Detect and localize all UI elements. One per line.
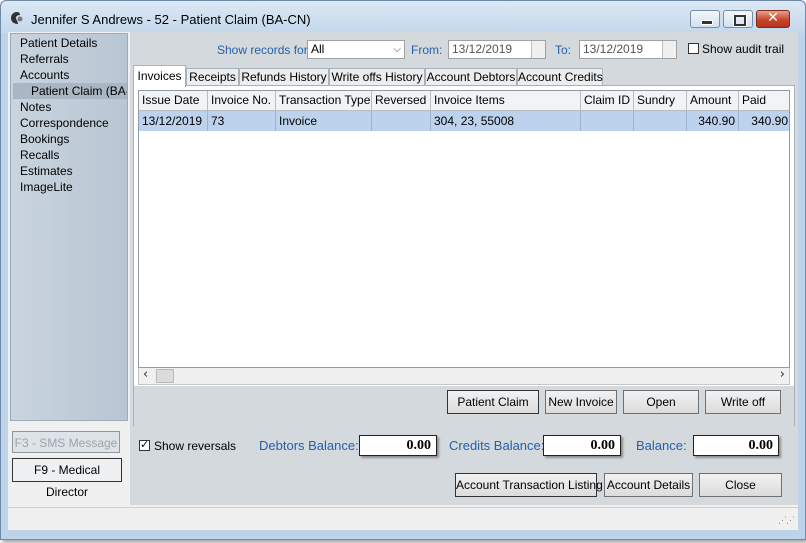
from-date-input[interactable]: 13/12/2019 <box>448 40 546 59</box>
from-label: From: <box>411 43 443 57</box>
tab-write-offs-history[interactable]: Write offs History <box>329 68 425 86</box>
column-header-reversed[interactable]: Reversed <box>372 91 431 111</box>
balance-label: Balance: <box>636 438 687 453</box>
from-date-picker-button[interactable] <box>531 41 545 58</box>
sidebar-nav: Patient Details Referrals Accounts Patie… <box>10 33 128 421</box>
sidebar-item-accounts[interactable]: Accounts <box>20 68 69 82</box>
sidebar-item-correspondence[interactable]: Correspondence <box>20 116 109 130</box>
minimize-icon <box>701 20 713 25</box>
open-button[interactable]: Open <box>623 390 699 414</box>
account-transaction-listing-button[interactable]: Account Transaction Listing <box>455 473 603 497</box>
column-header-amount[interactable]: Amount <box>687 91 739 111</box>
credits-balance-value: 0.00 <box>543 435 621 456</box>
close-window-button[interactable]: ✕ <box>756 10 790 28</box>
write-off-button[interactable]: Write off <box>705 390 781 414</box>
show-records-value: All <box>311 42 325 56</box>
sidebar-item-notes[interactable]: Notes <box>20 100 51 114</box>
maximize-icon <box>733 14 747 27</box>
tab-refunds-history[interactable]: Refunds History <box>239 68 329 86</box>
table-row-cell-invoice-no[interactable]: 73 <box>208 111 276 131</box>
minimize-button[interactable] <box>690 10 720 28</box>
to-date-value: 13/12/2019 <box>583 42 644 56</box>
show-audit-trail-label: Show audit trail <box>702 42 785 56</box>
column-header-invoice-no[interactable]: Invoice No. <box>208 91 276 111</box>
table-row-cell-invoice-items[interactable]: 304, 23, 55008 <box>431 111 581 131</box>
account-summary-panel: Show reversals Debtors Balance: 0.00 Cre… <box>130 431 798 505</box>
sidebar-item-estimates[interactable]: Estimates <box>20 164 73 178</box>
sidebar-item-patient-details[interactable]: Patient Details <box>20 36 97 50</box>
tab-invoices[interactable]: Invoices <box>133 65 186 87</box>
show-records-select[interactable]: All ⌵ <box>307 40 405 59</box>
status-bar: ⋰⋰ <box>8 507 798 530</box>
new-invoice-button[interactable]: New Invoice <box>545 390 617 414</box>
main-window: Jennifer S Andrews - 52 - Patient Claim … <box>0 0 806 540</box>
title-bar[interactable]: Jennifer S Andrews - 52 - Patient Claim … <box>1 1 805 33</box>
scroll-left-icon[interactable]: ‹ <box>143 367 148 382</box>
invoices-grid[interactable]: Issue Date Invoice No. Transaction Type … <box>138 90 790 368</box>
table-row-cell-claim-id[interactable] <box>581 111 634 131</box>
sidebar-item-referrals[interactable]: Referrals <box>20 52 69 66</box>
to-label: To: <box>555 43 572 57</box>
show-records-label: Show records for: <box>217 43 312 57</box>
scroll-right-icon[interactable]: › <box>780 367 785 382</box>
show-reversals-checkbox[interactable] <box>139 438 150 451</box>
table-row-cell-paid[interactable]: 340.90 <box>739 111 789 131</box>
table-row-cell-transaction-type[interactable]: Invoice <box>276 111 372 131</box>
maximize-button[interactable] <box>723 10 753 28</box>
tab-account-debtors[interactable]: Account Debtors <box>425 68 517 86</box>
close-button[interactable]: Close <box>699 473 782 497</box>
column-header-transaction-type[interactable]: Transaction Type <box>276 91 372 111</box>
debtors-balance-value: 0.00 <box>359 435 437 456</box>
table-row-cell-issue-date[interactable]: 13/12/2019 <box>139 111 208 131</box>
table-row-cell-sundry[interactable] <box>634 111 687 131</box>
scrollbar-thumb[interactable] <box>156 369 174 383</box>
column-header-sundry[interactable]: Sundry <box>634 91 687 111</box>
show-audit-trail-checkbox[interactable] <box>688 43 699 54</box>
sidebar-item-imagelite[interactable]: ImageLite <box>20 180 73 194</box>
app-logo-icon <box>11 12 23 24</box>
tab-account-credits[interactable]: Account Credits <box>517 68 603 86</box>
credits-balance-label: Credits Balance: <box>449 438 545 453</box>
close-icon: ✕ <box>767 10 779 26</box>
show-reversals-label: Show reversals <box>154 439 237 453</box>
invoice-actions-bar: Patient Claim New Invoice Open Write off <box>134 386 794 426</box>
sidebar-item-patient-claim[interactable]: Patient Claim (BA-CN) <box>31 84 127 98</box>
sidebar-item-bookings[interactable]: Bookings <box>20 132 69 146</box>
column-header-paid[interactable]: Paid <box>739 91 789 111</box>
to-date-picker-button[interactable] <box>662 41 676 58</box>
sidebar-item-recalls[interactable]: Recalls <box>20 148 59 162</box>
balance-value: 0.00 <box>693 435 779 456</box>
invoices-tab-panel: Issue Date Invoice No. Transaction Type … <box>133 85 795 426</box>
debtors-balance-label: Debtors Balance: <box>259 438 359 453</box>
chevron-down-icon[interactable]: ⌵ <box>393 41 401 58</box>
client-area: Patient Details Referrals Accounts Patie… <box>8 32 798 530</box>
medical-director-button[interactable]: F9 - Medical Director <box>12 458 122 499</box>
horizontal-scrollbar[interactable]: ‹ › <box>138 367 790 385</box>
column-header-invoice-items[interactable]: Invoice Items <box>431 91 581 111</box>
patient-claim-button[interactable]: Patient Claim <box>447 390 539 414</box>
window-title: Jennifer S Andrews - 52 - Patient Claim … <box>31 12 311 27</box>
account-details-button[interactable]: Account Details <box>604 473 693 497</box>
to-date-input[interactable]: 13/12/2019 <box>579 40 677 59</box>
sms-message-button[interactable]: F3 - SMS Message <box>12 431 120 453</box>
resize-grip-icon[interactable]: ⋰⋰ <box>778 516 795 526</box>
tab-receipts[interactable]: Receipts <box>186 68 239 86</box>
from-date-value: 13/12/2019 <box>452 42 513 56</box>
table-row-cell-amount[interactable]: 340.90 <box>687 111 739 131</box>
column-header-claim-id[interactable]: Claim ID <box>581 91 634 111</box>
column-header-issue-date[interactable]: Issue Date <box>139 91 208 111</box>
table-row-cell-reversed[interactable] <box>372 111 431 131</box>
